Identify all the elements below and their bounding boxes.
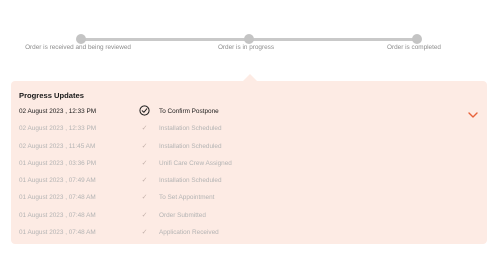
update-row: 02 August 2023 , 12:33 PM ✓ Installation… <box>11 122 487 139</box>
update-status: Installation Scheduled <box>159 177 222 185</box>
check-icon: ✓ <box>141 159 148 167</box>
step-dot-received <box>76 34 86 44</box>
update-row: 01 August 2023 , 07:49 AM ✓ Installation… <box>11 174 487 191</box>
check-icon: ✓ <box>141 177 148 185</box>
update-status: To Confirm Postpone <box>159 108 219 115</box>
update-date: 01 August 2023 , 07:48 AM <box>19 229 96 237</box>
check-icon: ✓ <box>141 142 148 150</box>
update-row: 01 August 2023 , 03:36 PM ✓ Unifi Care C… <box>11 157 487 174</box>
update-status: Installation Scheduled <box>159 125 222 133</box>
update-row: 02 August 2023 , 11:45 AM ✓ Installation… <box>11 140 487 157</box>
step-dot-completed <box>412 34 422 44</box>
check-icon: ✓ <box>141 194 148 202</box>
update-status: Unifi Care Crew Assigned <box>159 159 232 167</box>
update-status: Installation Scheduled <box>159 142 222 150</box>
order-progress-view: Order is received and being reviewed Ord… <box>0 0 500 255</box>
update-date: 01 August 2023 , 07:48 AM <box>19 211 96 219</box>
update-date: 01 August 2023 , 07:48 AM <box>19 194 96 202</box>
update-list: 02 August 2023 , 12:33 PM To Confirm Pos… <box>11 105 487 243</box>
check-icon: ✓ <box>141 229 148 237</box>
update-date: 01 August 2023 , 03:36 PM <box>19 159 97 167</box>
circle-check-icon <box>139 105 150 116</box>
update-date: 02 August 2023 , 12:33 PM <box>19 108 97 115</box>
update-row: 01 August 2023 , 07:48 AM ✓ Application … <box>11 226 487 243</box>
update-status: To Set Appointment <box>159 194 215 202</box>
update-row: 01 August 2023 , 07:48 AM ✓ To Set Appoi… <box>11 191 487 208</box>
update-date: 02 August 2023 , 12:33 PM <box>19 125 97 133</box>
update-date: 02 August 2023 , 11:45 AM <box>19 142 96 150</box>
step-label-completed: Order is completed <box>387 44 441 51</box>
update-status: Application Received <box>159 229 219 237</box>
update-status: Order Submitted <box>159 211 206 219</box>
check-icon: ✓ <box>141 211 148 219</box>
step-dot-in-progress <box>244 34 254 44</box>
update-row: 01 August 2023 , 07:48 AM ✓ Order Submit… <box>11 209 487 226</box>
panel-title: Progress Updates <box>19 91 84 100</box>
step-label-in-progress: Order is in progress <box>217 44 275 51</box>
update-date: 01 August 2023 , 07:49 AM <box>19 177 96 185</box>
check-icon: ✓ <box>141 125 148 133</box>
update-row: 02 August 2023 , 12:33 PM To Confirm Pos… <box>11 105 487 122</box>
progress-updates-panel: Progress Updates 02 August 2023 , 12:33 … <box>11 81 487 244</box>
step-label-received: Order is received and being reviewed <box>25 44 131 51</box>
